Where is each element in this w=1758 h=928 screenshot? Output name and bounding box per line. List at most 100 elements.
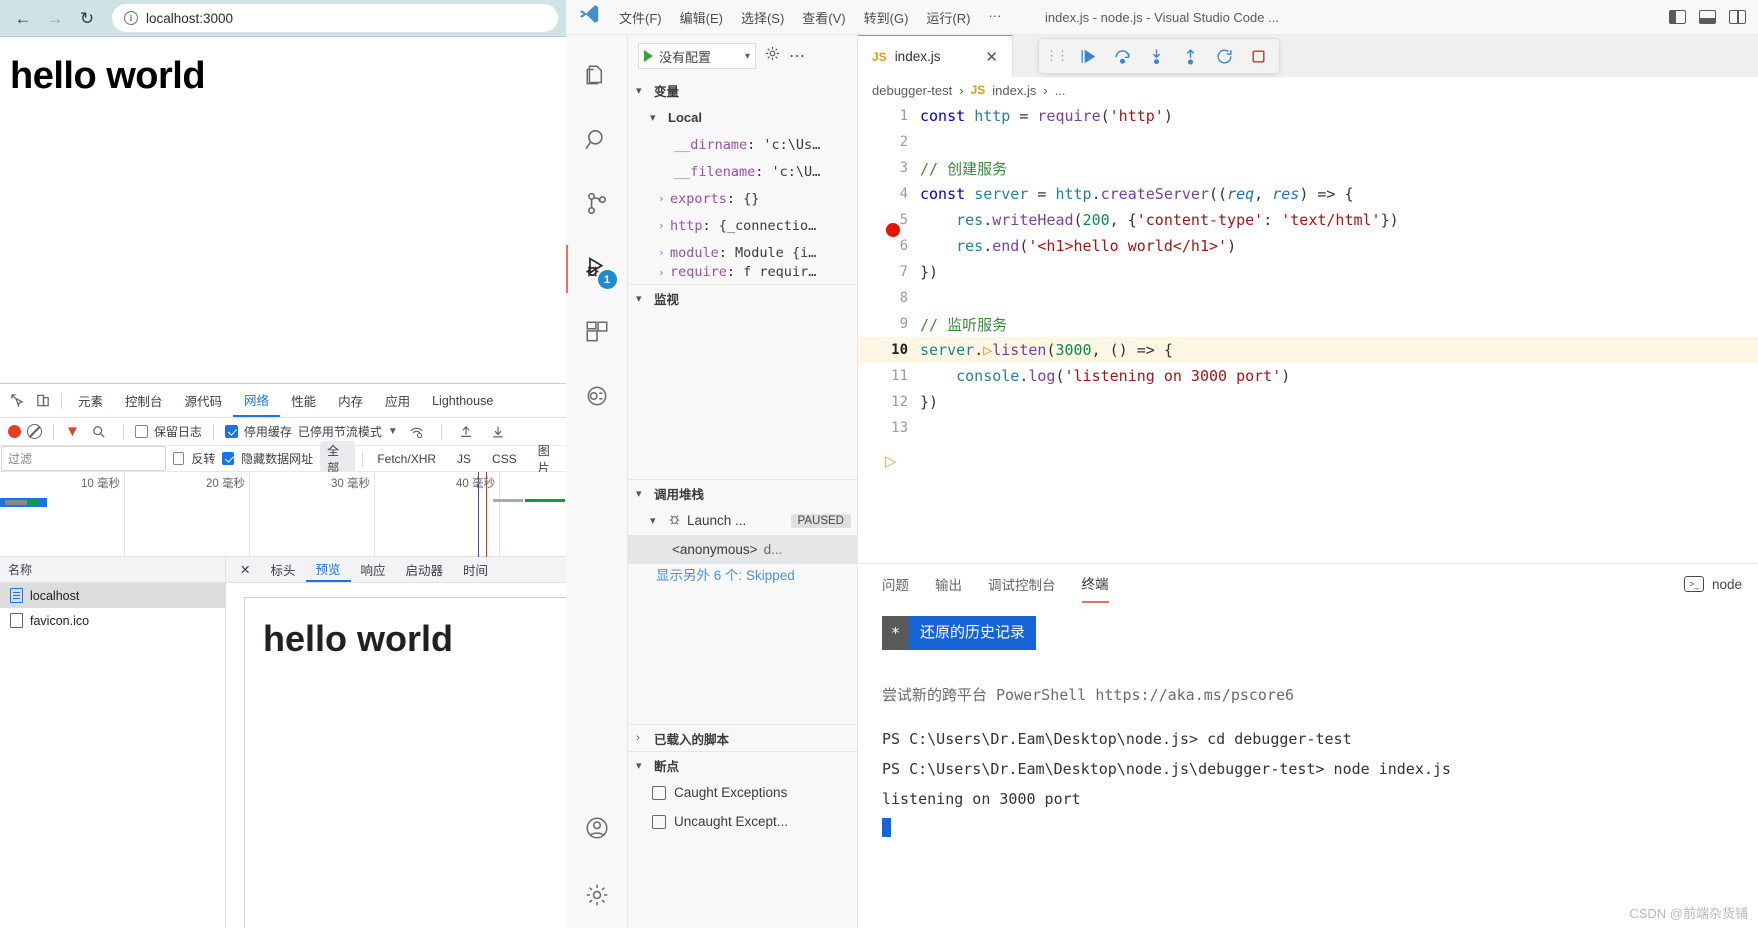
panel-tab-problems[interactable]: 问题 bbox=[882, 565, 909, 603]
debug-settings-gear-icon[interactable] bbox=[764, 45, 781, 67]
call-stack-frame-anonymous[interactable]: <anonymous> d... bbox=[628, 535, 857, 564]
device-toolbar-icon[interactable] bbox=[30, 388, 56, 414]
terminal-output[interactable]: * 还原的历史记录 尝试新的跨平台 PowerShell https://aka.… bbox=[858, 604, 1758, 928]
devtools-tab-performance[interactable]: 性能 bbox=[280, 384, 327, 417]
editor-tab-index-js[interactable]: JS index.js ✕ bbox=[858, 35, 1013, 77]
breakpoint-checkbox[interactable] bbox=[652, 785, 666, 800]
detail-tab-timing[interactable]: 时间 bbox=[453, 557, 498, 582]
breadcrumb-folder[interactable]: debugger-test bbox=[872, 83, 952, 98]
step-over-button[interactable] bbox=[1107, 41, 1137, 71]
call-stack-session[interactable]: ▾ Launch ... PAUSED bbox=[628, 506, 857, 535]
devtools-tab-console[interactable]: 控制台 bbox=[114, 384, 174, 417]
breakpoint-uncaught-exceptions[interactable]: Uncaught Except... bbox=[628, 807, 857, 836]
chevron-down-icon[interactable]: ▾ bbox=[745, 51, 750, 62]
code-editor[interactable]: ▷ 1 const http = require('http') 2 3 // … bbox=[858, 103, 1758, 563]
inline-breakpoint-icon[interactable]: ▷ bbox=[983, 341, 992, 359]
record-button[interactable] bbox=[8, 425, 21, 438]
activity-remote[interactable] bbox=[566, 365, 628, 429]
site-info-icon[interactable]: i bbox=[124, 11, 138, 25]
inspect-element-icon[interactable] bbox=[4, 388, 30, 414]
activity-run-and-debug[interactable]: 1 bbox=[565, 237, 628, 301]
restart-button[interactable] bbox=[1209, 41, 1239, 71]
terminal-shell-label[interactable]: node bbox=[1712, 577, 1742, 592]
stop-button[interactable] bbox=[1243, 41, 1273, 71]
filter-icon[interactable]: ▼ bbox=[65, 423, 80, 440]
preserve-log-checkbox[interactable] bbox=[134, 425, 148, 438]
toggle-secondary-sidebar-icon[interactable] bbox=[1729, 10, 1746, 24]
menu-run[interactable]: 运行(R) bbox=[917, 5, 979, 30]
detail-tab-response[interactable]: 响应 bbox=[351, 557, 396, 582]
start-debugging-icon[interactable] bbox=[644, 50, 653, 62]
chevron-right-icon[interactable]: › bbox=[658, 266, 670, 278]
chevron-right-icon[interactable]: › bbox=[658, 192, 670, 205]
menu-edit[interactable]: 编辑(E) bbox=[671, 5, 732, 30]
detail-tab-preview[interactable]: 预览 bbox=[305, 557, 351, 582]
toggle-primary-sidebar-icon[interactable] bbox=[1669, 10, 1686, 24]
invert-checkbox[interactable] bbox=[172, 452, 185, 465]
variable-row-module[interactable]: › module: Module {i… bbox=[628, 239, 857, 266]
devtools-tab-application[interactable]: 应用 bbox=[374, 384, 421, 417]
breadcrumb-symbol[interactable]: ... bbox=[1055, 83, 1066, 98]
disable-cache-checkbox[interactable] bbox=[224, 425, 238, 438]
hide-data-urls-checkbox[interactable] bbox=[222, 452, 235, 465]
type-filter-fetch-xhr[interactable]: Fetch/XHR bbox=[370, 451, 443, 467]
activity-explorer[interactable] bbox=[566, 45, 628, 109]
section-loaded-scripts[interactable]: › 已载入的脚本 bbox=[628, 724, 857, 751]
type-filter-js[interactable]: JS bbox=[450, 451, 478, 467]
menu-file[interactable]: 文件(F) bbox=[610, 5, 671, 30]
filter-input[interactable]: 过滤 bbox=[1, 446, 166, 471]
debug-more-actions-icon[interactable]: ⋯ bbox=[789, 46, 805, 66]
menu-go[interactable]: 转到(G) bbox=[855, 5, 918, 30]
variable-row-exports[interactable]: › exports: {} bbox=[628, 185, 857, 212]
network-conditions-icon[interactable] bbox=[404, 419, 430, 445]
panel-tab-terminal[interactable]: 终端 bbox=[1081, 565, 1109, 603]
request-row-localhost[interactable]: localhost bbox=[0, 583, 225, 608]
devtools-tab-elements[interactable]: 元素 bbox=[67, 384, 114, 417]
export-har-icon[interactable] bbox=[485, 419, 511, 445]
panel-tab-output[interactable]: 输出 bbox=[935, 565, 962, 603]
toggle-panel-icon[interactable] bbox=[1699, 10, 1716, 24]
close-icon[interactable]: ✕ bbox=[985, 48, 998, 66]
devtools-tab-memory[interactable]: 内存 bbox=[327, 384, 374, 417]
request-row-favicon[interactable]: favicon.ico bbox=[0, 608, 225, 633]
drag-handle-icon[interactable]: ⋮⋮ bbox=[1045, 48, 1069, 64]
launch-config-select[interactable]: 没有配置 ▾ bbox=[638, 43, 756, 69]
variable-row-filename[interactable]: __filename: 'c:\U… bbox=[628, 158, 857, 185]
close-detail-icon[interactable]: ✕ bbox=[230, 557, 260, 582]
devtools-tab-sources[interactable]: 源代码 bbox=[174, 384, 234, 417]
section-call-stack[interactable]: ▾ 调用堆栈 bbox=[628, 479, 857, 506]
detail-tab-initiator[interactable]: 启动器 bbox=[396, 557, 454, 582]
step-into-button[interactable] bbox=[1141, 41, 1171, 71]
activity-extensions[interactable] bbox=[566, 301, 628, 365]
continue-button[interactable] bbox=[1073, 41, 1103, 71]
variable-row-dirname[interactable]: __dirname: 'c:\Us… bbox=[628, 131, 857, 158]
chevron-right-icon[interactable]: › bbox=[658, 219, 670, 232]
step-out-button[interactable] bbox=[1175, 41, 1205, 71]
network-overview-timeline[interactable]: 10 毫秒 20 毫秒 30 毫秒 40 毫秒 bbox=[0, 472, 566, 557]
activity-source-control[interactable] bbox=[566, 173, 628, 237]
menu-view[interactable]: 查看(V) bbox=[793, 5, 854, 30]
call-stack-skipped-link[interactable]: 显示另外 6 个: Skipped bbox=[628, 564, 857, 584]
throttling-chevron-down-icon[interactable]: ▼ bbox=[388, 426, 398, 437]
detail-tab-headers[interactable]: 标头 bbox=[260, 557, 305, 582]
terminal-icon[interactable]: >_ bbox=[1683, 576, 1704, 592]
devtools-tab-network[interactable]: 网络 bbox=[233, 384, 281, 417]
reload-button[interactable]: ↻ bbox=[72, 3, 102, 33]
forward-button[interactable]: → bbox=[40, 3, 70, 33]
activity-search[interactable] bbox=[566, 109, 628, 173]
address-bar[interactable]: i localhost:3000 bbox=[112, 4, 558, 32]
breakpoint-checkbox[interactable] bbox=[652, 814, 666, 829]
chevron-right-icon[interactable]: › bbox=[658, 246, 670, 259]
panel-tab-debug-console[interactable]: 调试控制台 bbox=[988, 565, 1056, 603]
breadcrumb-file[interactable]: index.js bbox=[992, 83, 1036, 98]
breakpoint-caught-exceptions[interactable]: Caught Exceptions bbox=[628, 778, 857, 807]
search-icon[interactable] bbox=[86, 419, 112, 445]
section-watch[interactable]: ▾ 监视 bbox=[628, 284, 857, 311]
menu-selection[interactable]: 选择(S) bbox=[732, 5, 793, 30]
clear-network-icon[interactable] bbox=[27, 424, 42, 439]
variable-row-http[interactable]: › http: {_connectio… bbox=[628, 212, 857, 239]
breakpoint-dot[interactable] bbox=[886, 223, 900, 237]
import-har-icon[interactable] bbox=[453, 419, 479, 445]
section-breakpoints[interactable]: ▾ 断点 bbox=[628, 751, 857, 778]
activity-accounts[interactable] bbox=[566, 800, 628, 864]
